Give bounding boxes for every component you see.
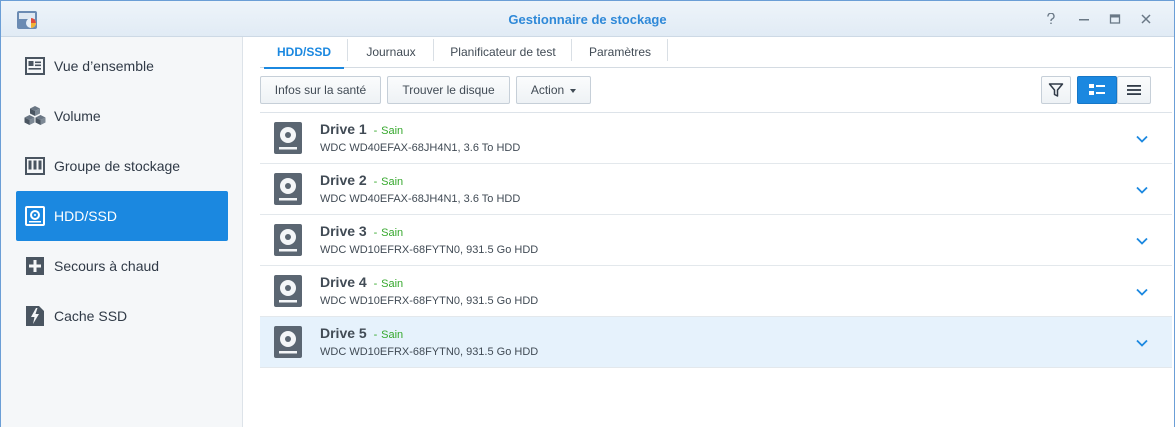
sidebar-item-volume[interactable]: Volume [16,91,228,141]
tab-divider [667,39,668,61]
sidebar-item-label: Vue d’ensemble [54,58,154,74]
sidebar: Vue d’ensemble Volume Groupe de stockage… [1,37,243,427]
sidebar-item-label: HDD/SSD [54,208,118,224]
maximize-icon[interactable] [1106,10,1124,28]
chevron-down-icon [570,89,577,93]
drive-list: Drive 1 - Sain WDC WD40EFAX-68JH4N1, 3.6… [260,112,1172,368]
tab-bar: HDD/SSD Journaux Planificateur de test P… [260,37,1172,69]
tab-divider [433,39,434,61]
action-dropdown-button[interactable]: Action [516,76,591,104]
drive-model: WDC WD10EFRX-68FYTN0, 931.5 Go HDD [320,244,539,256]
tab-hdd-ssd[interactable]: HDD/SSD [264,37,344,69]
help-icon[interactable] [1042,10,1060,28]
minimize-icon[interactable] [1075,10,1093,28]
drive-name: Drive 1 - Sain [320,121,404,137]
filter-icon [1048,83,1064,97]
drive-status: Sain [381,278,404,290]
close-icon[interactable] [1137,10,1155,28]
sidebar-item-overview[interactable]: Vue d’ensemble [16,41,228,91]
hdd-drive-icon [274,275,302,307]
sidebar-item-label: Volume [54,108,101,124]
action-label: Action [530,83,565,97]
title-bar[interactable]: Gestionnaire de stockage [1,1,1174,37]
window-title: Gestionnaire de stockage [508,12,667,27]
health-info-button[interactable]: Infos sur la santé [260,76,381,104]
expand-chevron-icon[interactable] [1134,233,1150,249]
detail-view-button[interactable] [1077,76,1117,104]
expand-chevron-icon[interactable] [1134,131,1150,147]
expand-chevron-icon[interactable] [1134,284,1150,300]
list-view-icon [1127,85,1141,95]
drive-row-4[interactable]: Drive 4 - Sain WDC WD10EFRX-68FYTN0, 931… [260,266,1172,317]
detail-view-icon [1089,84,1105,95]
drive-model: WDC WD40EFAX-68JH4N1, 3.6 To HDD [320,142,521,154]
drive-model: WDC WD40EFAX-68JH4N1, 3.6 To HDD [320,193,521,205]
volume-cubes-icon [24,105,46,127]
drive-name: Drive 2 - Sain [320,172,404,188]
drive-model: WDC WD10EFRX-68FYTN0, 931.5 Go HDD [320,295,539,307]
hot-spare-icon [24,255,46,277]
drive-status: Sain [381,176,404,188]
sidebar-item-hdd-ssd[interactable]: HDD/SSD [16,191,228,241]
drive-row-5[interactable]: Drive 5 - Sain WDC WD10EFRX-68FYTN0, 931… [260,317,1172,368]
sidebar-item-label: Secours à chaud [54,258,160,274]
drive-row-2[interactable]: Drive 2 - Sain WDC WD40EFAX-68JH4N1, 3.6… [260,164,1172,215]
hdd-icon [24,205,46,227]
hdd-drive-icon [274,224,302,256]
sidebar-item-label: Groupe de stockage [54,158,181,174]
drive-name: Drive 3 - Sain [320,223,404,239]
tab-divider [347,39,348,61]
tab-settings[interactable]: Paramètres [573,37,667,67]
drive-row-1[interactable]: Drive 1 - Sain WDC WD40EFAX-68JH4N1, 3.6… [260,113,1172,164]
filter-button[interactable] [1041,76,1071,104]
tab-test-scheduler[interactable]: Planificateur de test [435,37,571,67]
expand-chevron-icon[interactable] [1134,335,1150,351]
list-view-button[interactable] [1117,76,1151,104]
tab-logs[interactable]: Journaux [349,37,433,67]
tab-divider [571,39,572,61]
drive-status: Sain [381,125,404,137]
sidebar-item-hot-spare[interactable]: Secours à chaud [16,241,228,291]
storage-pool-icon [24,155,46,177]
hdd-drive-icon [274,326,302,358]
sidebar-item-storage-pool[interactable]: Groupe de stockage [16,141,228,191]
storage-manager-window: Gestionnaire de stockage Vue d’ensemble … [0,0,1175,427]
drive-status: Sain [381,227,404,239]
drive-model: WDC WD10EFRX-68FYTN0, 931.5 Go HDD [320,346,539,358]
hdd-drive-icon [274,173,302,205]
drive-status: Sain [381,329,404,341]
locate-disk-button[interactable]: Trouver le disque [387,76,510,104]
sidebar-item-label: Cache SSD [54,308,128,324]
drive-row-3[interactable]: Drive 3 - Sain WDC WD10EFRX-68FYTN0, 931… [260,215,1172,266]
drive-name: Drive 4 - Sain [320,274,404,290]
sidebar-item-ssd-cache[interactable]: Cache SSD [16,291,228,341]
hdd-drive-icon [274,122,302,154]
overview-icon [24,55,46,77]
ssd-cache-icon [24,305,46,327]
expand-chevron-icon[interactable] [1134,182,1150,198]
drive-name: Drive 5 - Sain [320,325,404,341]
